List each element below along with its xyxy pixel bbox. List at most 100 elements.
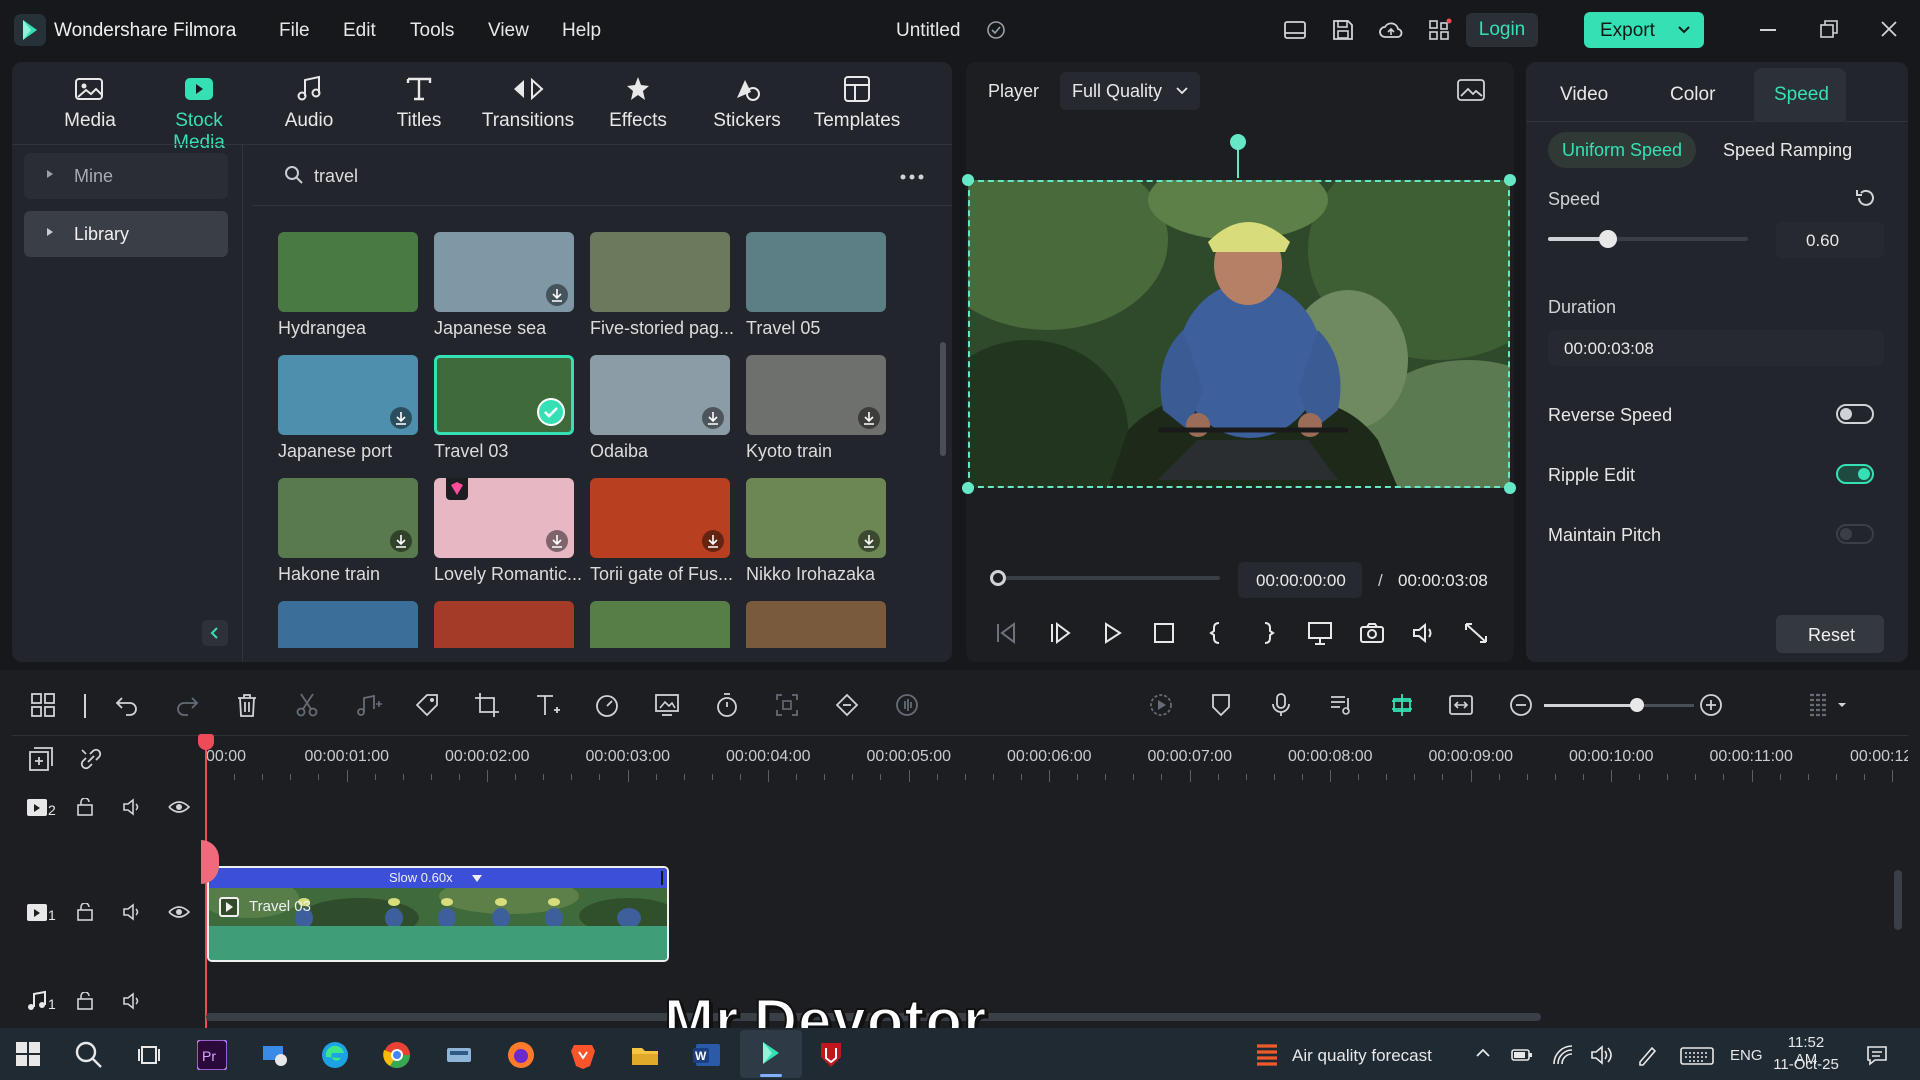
playhead-handle[interactable] xyxy=(198,734,214,750)
mark-out-icon[interactable] xyxy=(1254,620,1282,646)
weather-text[interactable]: Air quality forecast xyxy=(1292,1046,1432,1066)
volume-icon[interactable] xyxy=(1410,620,1438,646)
audio-wave-icon[interactable] xyxy=(894,692,920,718)
tab-video[interactable]: Video xyxy=(1560,84,1608,106)
word-icon[interactable]: W xyxy=(692,1040,726,1074)
tab-effects[interactable]: Effects xyxy=(588,74,688,132)
fullscreen-icon[interactable] xyxy=(1462,620,1490,646)
minimize-icon[interactable] xyxy=(1760,29,1776,31)
restore-icon[interactable] xyxy=(1820,20,1838,38)
render-preview-icon[interactable] xyxy=(1148,692,1174,718)
sidebar-item-mine[interactable]: Mine xyxy=(24,153,228,199)
timer-icon[interactable] xyxy=(714,692,740,718)
view-options-icon[interactable] xyxy=(1808,692,1848,718)
zoom-in-icon[interactable] xyxy=(1698,692,1724,718)
grid-scrollbar[interactable] xyxy=(940,342,946,456)
menu-edit[interactable]: Edit xyxy=(343,20,376,42)
audio-edit-icon[interactable] xyxy=(354,692,384,718)
input-language[interactable]: ENG xyxy=(1730,1047,1763,1064)
tab-titles[interactable]: Titles xyxy=(369,74,469,132)
layout-grid-icon[interactable] xyxy=(30,692,56,718)
download-icon[interactable] xyxy=(390,407,412,429)
resize-handle[interactable] xyxy=(962,482,974,494)
scissors-icon[interactable] xyxy=(294,692,320,718)
notifications-icon[interactable] xyxy=(1866,1044,1888,1066)
menu-tools[interactable]: Tools xyxy=(410,20,454,42)
eye-icon[interactable] xyxy=(168,798,190,816)
current-time-field[interactable]: 00:00:00:00 xyxy=(1238,562,1362,598)
tab-stickers[interactable]: Stickers xyxy=(697,74,797,132)
crop-icon[interactable] xyxy=(474,692,500,718)
timeline-vertical-scrollbar[interactable] xyxy=(1894,870,1902,930)
login-button[interactable]: Login xyxy=(1466,13,1538,47)
undo-icon[interactable] xyxy=(114,692,140,718)
reset-speed-icon[interactable] xyxy=(1854,186,1878,210)
ripple-edit-toggle[interactable] xyxy=(1836,464,1874,484)
stock-item-thumbnail[interactable] xyxy=(590,232,730,312)
zoom-slider-track[interactable] xyxy=(1544,704,1638,707)
quality-dropdown[interactable]: Full Quality xyxy=(1060,72,1200,110)
stock-item-thumbnail[interactable] xyxy=(434,355,574,435)
remote-desktop-icon[interactable] xyxy=(259,1040,293,1074)
network-drive-icon[interactable] xyxy=(444,1040,478,1074)
apps-grid-icon[interactable] xyxy=(1428,18,1452,42)
volume-icon[interactable] xyxy=(1590,1044,1614,1066)
eye-icon[interactable] xyxy=(168,903,190,921)
resize-handle[interactable] xyxy=(962,174,974,186)
tab-stock-media[interactable]: Stock Media xyxy=(149,74,249,154)
wifi-icon[interactable] xyxy=(1552,1044,1574,1066)
more-options-icon[interactable] xyxy=(900,174,924,180)
link-icon[interactable] xyxy=(78,746,104,772)
edge-browser-icon[interactable] xyxy=(320,1040,354,1074)
download-icon[interactable] xyxy=(702,407,724,429)
stock-item-thumbnail[interactable] xyxy=(278,478,418,558)
speed-slider-handle[interactable] xyxy=(1599,230,1617,248)
resize-handle[interactable] xyxy=(1504,482,1516,494)
download-icon[interactable] xyxy=(390,530,412,552)
tab-media[interactable]: Media xyxy=(40,74,140,132)
close-icon[interactable] xyxy=(1880,20,1898,38)
zoom-slider-handle[interactable] xyxy=(1630,698,1644,712)
resize-handle[interactable] xyxy=(1504,174,1516,186)
stock-item-thumbnail[interactable] xyxy=(590,355,730,435)
stock-item-thumbnail[interactable] xyxy=(278,232,418,312)
maintain-pitch-toggle[interactable] xyxy=(1836,524,1874,544)
text-tool-icon[interactable] xyxy=(534,692,562,718)
fit-timeline-icon[interactable] xyxy=(1448,692,1474,718)
stock-item-thumbnail[interactable] xyxy=(746,478,886,558)
snapshot-view-icon[interactable] xyxy=(1456,78,1486,102)
stock-item-thumbnail[interactable] xyxy=(434,232,574,312)
tab-templates[interactable]: Templates xyxy=(807,74,907,132)
download-icon[interactable] xyxy=(546,530,568,552)
previous-frame-icon[interactable] xyxy=(992,620,1020,646)
speaker-icon[interactable] xyxy=(122,992,144,1010)
camera-snapshot-icon[interactable] xyxy=(1358,620,1386,646)
clock-date[interactable]: 11-Oct-25 xyxy=(1770,1056,1842,1073)
file-explorer-icon[interactable] xyxy=(630,1040,664,1074)
premiere-icon[interactable]: Pr xyxy=(197,1040,231,1074)
menu-view[interactable]: View xyxy=(488,20,529,42)
ai-tools-icon[interactable] xyxy=(834,692,860,718)
speaker-icon[interactable] xyxy=(122,903,144,921)
brave-browser-icon[interactable] xyxy=(568,1040,602,1074)
search-icon[interactable] xyxy=(74,1040,108,1074)
speaker-icon[interactable] xyxy=(122,798,144,816)
export-button[interactable]: Export xyxy=(1584,12,1704,48)
download-icon[interactable] xyxy=(546,284,568,306)
duration-field[interactable]: 00:00:03:08 xyxy=(1548,330,1884,366)
auto-snap-icon[interactable] xyxy=(1388,692,1416,718)
rotate-handle[interactable] xyxy=(1230,134,1246,150)
download-icon[interactable] xyxy=(702,530,724,552)
voiceover-list-icon[interactable] xyxy=(1328,692,1354,718)
auto-reframe-icon[interactable] xyxy=(774,692,800,718)
speed-ramping-button[interactable]: Speed Ramping xyxy=(1723,140,1852,161)
sidebar-item-library[interactable]: Library xyxy=(24,211,228,257)
stock-item-thumbnail[interactable] xyxy=(434,478,574,558)
download-icon[interactable] xyxy=(858,407,880,429)
menu-help[interactable]: Help xyxy=(562,20,601,42)
tab-color[interactable]: Color xyxy=(1670,84,1715,106)
display-output-icon[interactable] xyxy=(1306,620,1334,646)
security-app-icon[interactable] xyxy=(816,1040,850,1074)
speed-bar[interactable]: Slow 0.60x xyxy=(209,868,667,888)
microphone-icon[interactable] xyxy=(1268,692,1294,718)
